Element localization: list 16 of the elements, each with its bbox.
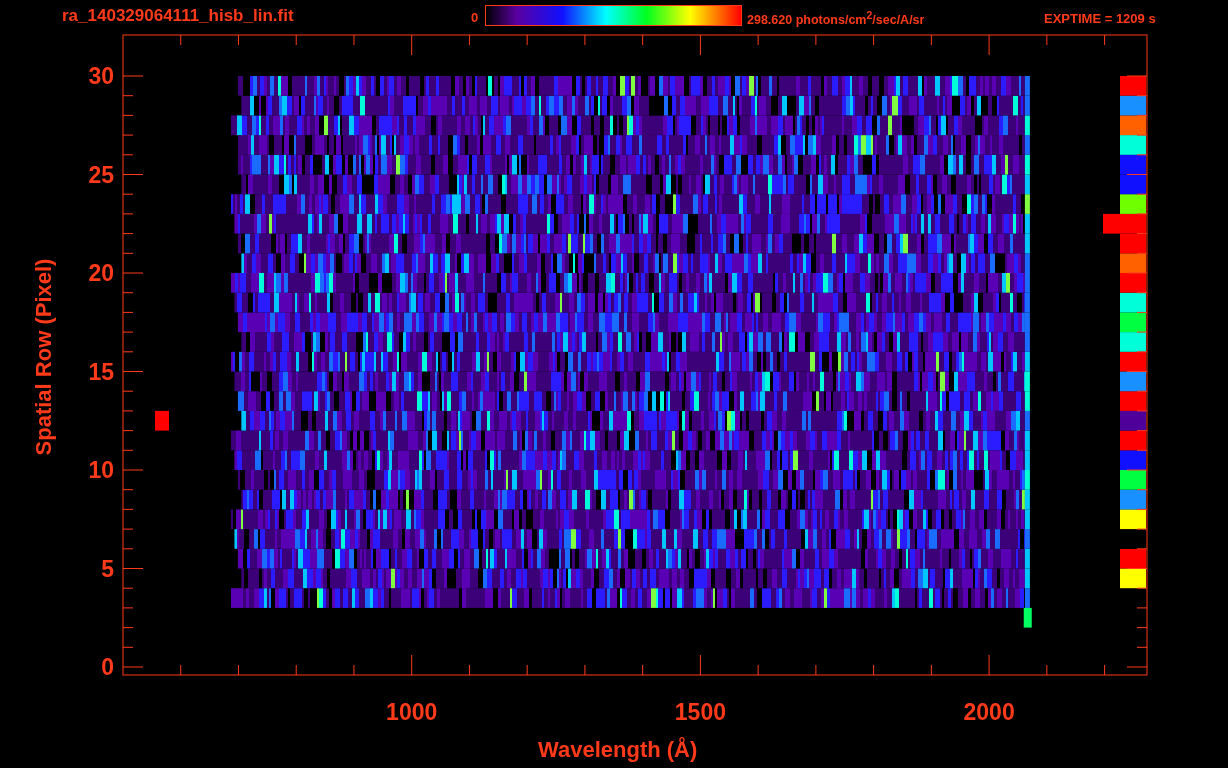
y-tick-label: 15 (88, 358, 114, 385)
x-tick-label: 2000 (963, 699, 1015, 726)
x-tick-label: 1000 (386, 699, 438, 726)
y-tick-label: 25 (88, 161, 114, 188)
y-tick-label: 20 (88, 259, 114, 287)
colorbar-min-label: 0 (471, 10, 479, 25)
colorbar-max-label: 298.620 photons/cm$^{2}$/sec/A/sr (747, 10, 925, 28)
y-tick-label: 30 (88, 62, 114, 90)
x-axis-title: Wavelength (Å) (538, 737, 698, 763)
exposure-time: EXPTIME = 1209 s (1044, 11, 1156, 26)
y-tick-label: 10 (88, 456, 114, 484)
y-axis-title: Spatial Row (Pixel) (31, 258, 57, 456)
file-title: ra_140329064111_hisb_lin.fit (62, 6, 294, 26)
y-tick-label: 5 (101, 555, 114, 582)
x-tick-label: 1500 (674, 699, 726, 726)
y-tick-label: 0 (101, 653, 114, 681)
